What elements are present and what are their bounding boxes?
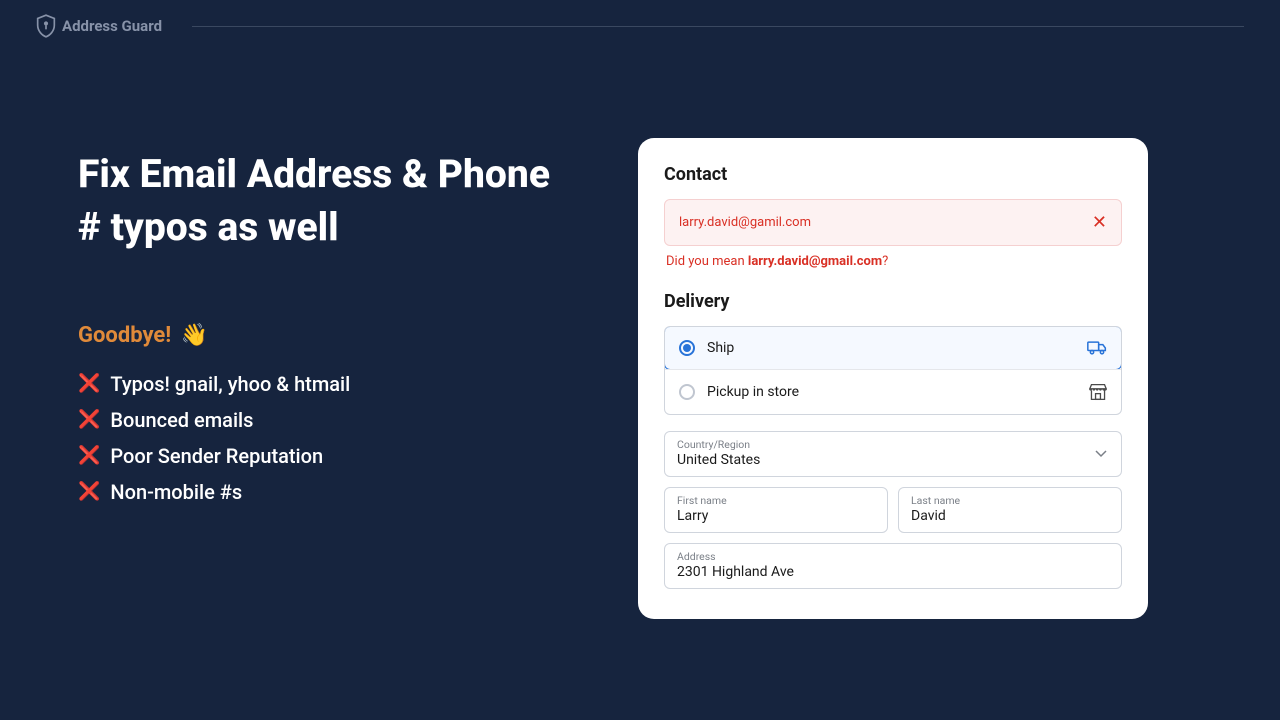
bullet-item: ❌ Non-mobile #s bbox=[78, 480, 578, 504]
headline: Fix Email Address & Phone # typos as wel… bbox=[78, 148, 578, 253]
cross-mark-icon: ❌ bbox=[78, 411, 100, 429]
bullet-item: ❌ Poor Sender Reputation bbox=[78, 444, 578, 468]
radio-checked-icon bbox=[679, 340, 695, 356]
shield-icon bbox=[36, 14, 56, 38]
last-name-field[interactable]: Last name David bbox=[898, 487, 1122, 533]
cross-mark-icon: ❌ bbox=[78, 447, 100, 465]
header-divider bbox=[192, 26, 1244, 27]
delivery-option-ship[interactable]: Ship bbox=[664, 326, 1122, 370]
delivery-section-title: Delivery bbox=[664, 291, 1122, 312]
email-value: larry.david@gamil.com bbox=[679, 215, 811, 230]
bullet-list: ❌ Typos! gnail, yhoo & htmail ❌ Bounced … bbox=[78, 372, 578, 504]
first-name-field[interactable]: First name Larry bbox=[664, 487, 888, 533]
email-suggestion[interactable]: Did you mean larry.david@gmail.com? bbox=[664, 254, 1122, 269]
goodbye-label: Goodbye! 👋 bbox=[78, 323, 578, 348]
truck-icon bbox=[1087, 340, 1107, 356]
email-input-error[interactable]: larry.david@gamil.com ✕ bbox=[664, 199, 1122, 246]
store-icon bbox=[1089, 383, 1107, 401]
cross-mark-icon: ❌ bbox=[78, 483, 100, 501]
wave-emoji: 👋 bbox=[181, 323, 208, 348]
bullet-item: ❌ Typos! gnail, yhoo & htmail bbox=[78, 372, 578, 396]
delivery-option-pickup[interactable]: Pickup in store bbox=[665, 369, 1121, 414]
country-select[interactable]: Country/Region United States bbox=[664, 431, 1122, 477]
cross-mark-icon: ❌ bbox=[78, 375, 100, 393]
bullet-item: ❌ Bounced emails bbox=[78, 408, 578, 432]
delivery-options: Ship Pickup in store bbox=[664, 326, 1122, 415]
radio-unchecked-icon bbox=[679, 384, 695, 400]
header: Address Guard bbox=[0, 0, 1280, 38]
checkout-form-card: Contact larry.david@gamil.com ✕ Did you … bbox=[638, 138, 1148, 619]
address-field[interactable]: Address 2301 Highland Ave bbox=[664, 543, 1122, 589]
contact-section-title: Contact bbox=[664, 164, 1122, 185]
brand-name: Address Guard bbox=[62, 17, 162, 35]
brand-logo: Address Guard bbox=[36, 14, 162, 38]
chevron-down-icon bbox=[1095, 450, 1107, 458]
close-icon[interactable]: ✕ bbox=[1092, 212, 1107, 233]
